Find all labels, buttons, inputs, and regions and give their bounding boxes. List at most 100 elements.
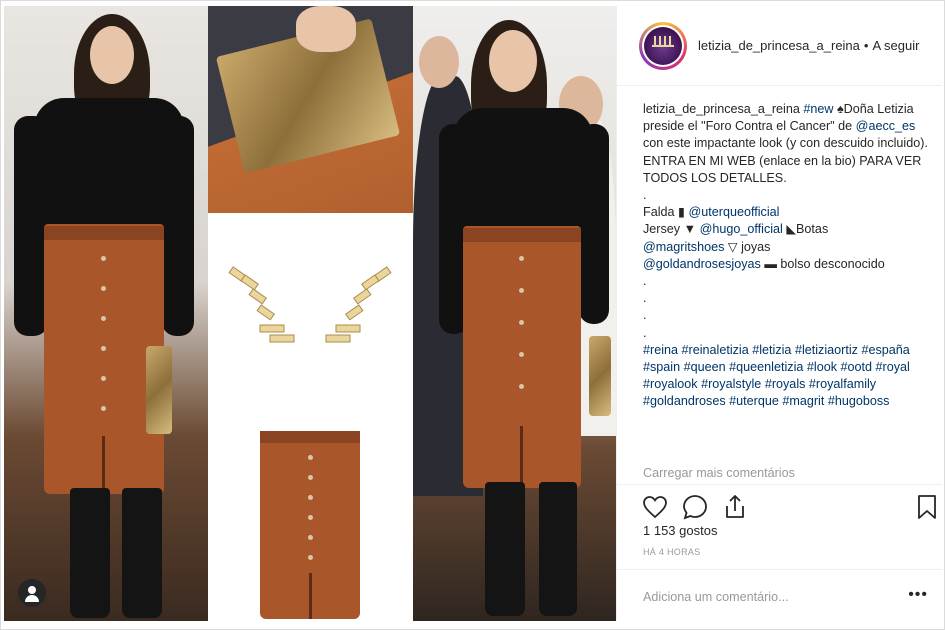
shirt-icon: ▼ [683, 222, 697, 237]
photo-full-look-left [4, 6, 208, 621]
caption-bolso-line: @goldandrosesjoyas ▬ bolso desconocido [643, 256, 929, 273]
hashtag-link[interactable]: #royals [765, 377, 806, 391]
comment-section: Adiciona um comentário... ••• [617, 569, 942, 621]
hashtag-link[interactable]: #royal [876, 360, 910, 374]
handbag-icon: ▬ [764, 256, 777, 271]
skirt-button [308, 555, 313, 560]
hashtag-link[interactable]: #new [803, 102, 833, 116]
skirt-button [101, 256, 106, 261]
photo-earrings [208, 213, 413, 413]
right-earring [325, 266, 392, 343]
left-earring [228, 266, 295, 343]
profile-avatar[interactable] [639, 21, 687, 70]
load-more-comments[interactable]: Carregar mais comentários [643, 466, 795, 480]
skirt-button [308, 535, 313, 540]
hashtag-link[interactable]: #letiziaortiz [795, 343, 858, 357]
skirt-button [101, 346, 106, 351]
caption-dot: . [643, 325, 647, 340]
skirt-button [101, 406, 106, 411]
hashtag-link[interactable]: #reina [643, 343, 678, 357]
mention-link[interactable]: @goldandrosesjoyas [643, 257, 761, 271]
figure-gold-clutch [589, 336, 611, 416]
mention-link[interactable]: @aecc_es [856, 119, 916, 133]
bolso-label: bolso desconocido [780, 256, 885, 271]
heart-icon[interactable] [641, 493, 669, 521]
skirt-button [308, 515, 313, 520]
background-man-face [419, 36, 459, 88]
hashtag-link[interactable]: #royalfamily [809, 377, 876, 391]
hashtag-link[interactable]: #hugoboss [828, 394, 890, 408]
user-tag-head [28, 586, 36, 594]
hashtag-link[interactable]: #look [807, 360, 837, 374]
header-username[interactable]: letizia_de_princesa_a_reina [698, 38, 860, 53]
post-image-collage[interactable] [4, 6, 616, 621]
skirt-button [308, 455, 313, 460]
falda-label: Falda [643, 205, 675, 220]
post-timestamp[interactable]: HÁ 4 HORAS [643, 547, 701, 557]
post-header: letizia_de_princesa_a_reina • A seguir [617, 6, 942, 86]
caption-text: con este impactante look (y con descuido… [643, 136, 928, 185]
product-skirt-slit [309, 573, 312, 619]
hashtag-link[interactable]: #letizia [752, 343, 791, 357]
hashtag-link[interactable]: #royalook [643, 377, 698, 391]
mention-link[interactable]: @hugo_official [700, 222, 783, 236]
figure-right-arm [579, 124, 609, 324]
caption-dot: . [643, 188, 647, 203]
hashtag-link[interactable]: #uterque [729, 394, 779, 408]
hashtag-link[interactable]: #magrit [782, 394, 824, 408]
bookmark-icon[interactable] [913, 493, 941, 521]
skirt-button [519, 384, 524, 389]
figure-left-boot [70, 488, 110, 618]
mention-link[interactable]: @magritshoes [643, 240, 724, 254]
joyas-label: joyas [741, 239, 771, 254]
hashtag-link[interactable]: #goldandroses [643, 394, 726, 408]
comment-icon[interactable] [681, 493, 709, 521]
caption-hashtags: #reina #reinaletizia #letizia #letiziaor… [643, 342, 929, 411]
hashtag-link[interactable]: #queenletizia [729, 360, 803, 374]
skirt-button [519, 352, 524, 357]
figure-left-boot [485, 482, 525, 616]
figure-belt [44, 226, 164, 240]
photo-skirt-product [208, 413, 413, 621]
hashtag-link[interactable]: #ootd [841, 360, 873, 374]
product-belt [260, 431, 360, 443]
figure-belt [463, 228, 581, 242]
hashtag-link[interactable]: #royalstyle [701, 377, 761, 391]
hashtag-link[interactable]: #queen [684, 360, 726, 374]
skirt-button [308, 475, 313, 480]
botas-label: Botas [796, 222, 829, 237]
skirt-button [519, 256, 524, 261]
boot-icon: ◣ [786, 222, 797, 237]
hashtag-link[interactable]: #reinaletizia [682, 343, 749, 357]
gem-icon: ▽ [727, 239, 738, 254]
post-sidebar: letizia_de_princesa_a_reina • A seguir let… [616, 6, 942, 621]
photo-event-right [413, 6, 616, 621]
share-icon[interactable] [721, 493, 749, 521]
user-tag-icon[interactable] [18, 579, 46, 607]
figure-right-boot [122, 488, 162, 618]
skirt-button [519, 320, 524, 325]
caption-joyas-line: @magritshoes ▽ joyas [643, 239, 929, 256]
follow-button[interactable]: A seguir [872, 38, 919, 53]
caption-dot: . [643, 308, 647, 323]
comment-input[interactable]: Adiciona um comentário... [643, 590, 789, 604]
likes-count[interactable]: 1 153 gostos [643, 523, 717, 538]
more-options-icon[interactable]: ••• [908, 586, 928, 604]
hashtag-link[interactable]: #españa [861, 343, 909, 357]
figure-face [90, 26, 134, 84]
caption-dot: . [643, 274, 647, 289]
skirt-button [101, 376, 106, 381]
avatar-ring [642, 24, 684, 67]
avatar-image [644, 26, 682, 65]
figure-left-arm [14, 116, 48, 336]
skirt-slit [520, 426, 523, 488]
mention-link[interactable]: @uterqueofficial [688, 205, 779, 219]
caption-username[interactable]: letizia_de_princesa_a_reina [643, 102, 800, 116]
earrings-graphic [228, 266, 392, 343]
jersey-label: Jersey [643, 222, 681, 237]
caption-dot: . [643, 291, 647, 306]
skirt-button [101, 286, 106, 291]
hand [296, 6, 356, 52]
hashtag-link[interactable]: #spain [643, 360, 680, 374]
header-text: letizia_de_princesa_a_reina • A seguir [698, 38, 919, 54]
